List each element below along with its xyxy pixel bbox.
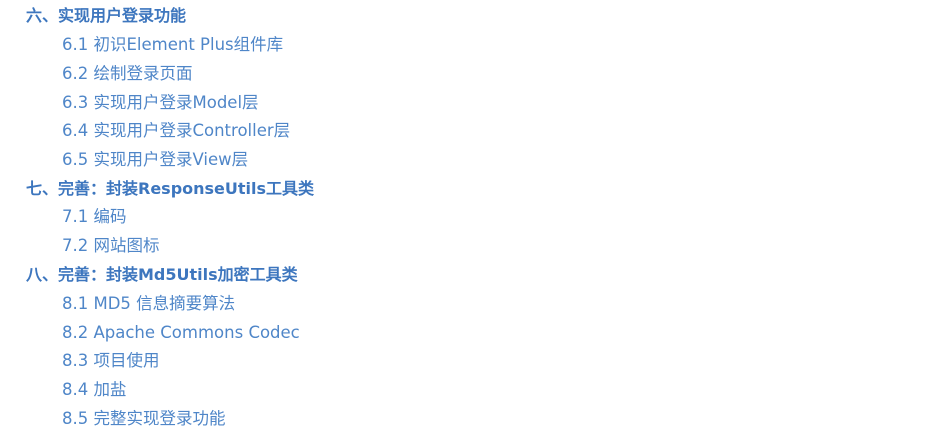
toc-item-8-5[interactable]: 8.5 完整实现登录功能 xyxy=(62,406,226,432)
toc-item-6-4[interactable]: 6.4 实现用户登录Controller层 xyxy=(62,118,290,144)
toc-item-8-3[interactable]: 8.3 项目使用 xyxy=(62,348,160,374)
toc-section-8[interactable]: 八、完善：封装Md5Utils加密工具类 xyxy=(26,262,298,288)
toc-item-6-1[interactable]: 6.1 初识Element Plus组件库 xyxy=(62,32,283,58)
toc-item-7-2[interactable]: 7.2 网站图标 xyxy=(62,233,160,259)
toc-item-8-4[interactable]: 8.4 加盐 xyxy=(62,377,127,403)
toc-section-6[interactable]: 六、实现用户登录功能 xyxy=(26,3,186,29)
table-of-contents: 六、实现用户登录功能 6.1 初识Element Plus组件库 6.2 绘制登… xyxy=(0,0,949,447)
toc-item-6-5[interactable]: 6.5 实现用户登录View层 xyxy=(62,147,248,173)
toc-item-6-2[interactable]: 6.2 绘制登录页面 xyxy=(62,61,193,87)
toc-item-6-3[interactable]: 6.3 实现用户登录Model层 xyxy=(62,90,259,116)
toc-item-8-1[interactable]: 8.1 MD5 信息摘要算法 xyxy=(62,291,235,317)
toc-item-8-2[interactable]: 8.2 Apache Commons Codec xyxy=(62,320,300,346)
toc-section-7[interactable]: 七、完善：封装ResponseUtils工具类 xyxy=(26,176,314,202)
toc-item-7-1[interactable]: 7.1 编码 xyxy=(62,204,127,230)
